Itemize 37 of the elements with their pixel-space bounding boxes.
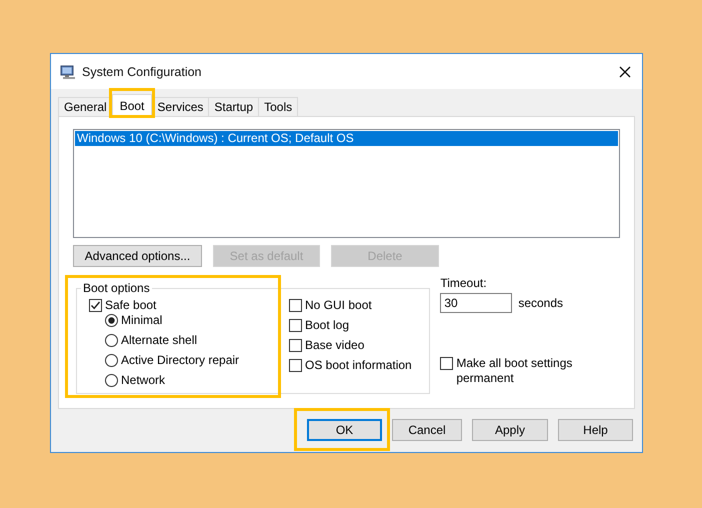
radio-label: Alternate shell: [121, 333, 198, 348]
checkbox[interactable]: [440, 357, 454, 370]
checkbox[interactable]: [289, 359, 302, 372]
timeout-label: Timeout:: [440, 276, 488, 290]
computer-icon: [60, 64, 76, 78]
checkbox[interactable]: [289, 339, 302, 352]
tab[interactable]: Startup: [208, 97, 260, 116]
checkbox-label: Safe boot: [105, 298, 156, 313]
boot-list[interactable]: Windows 10 (C:\Windows) : Current OS; Default OS: [73, 129, 620, 238]
checkbox-label: Base video: [305, 338, 364, 353]
radio-label: Active Directory repair: [121, 353, 240, 368]
radio-label: Network: [121, 373, 166, 388]
button[interactable]: Advanced options...: [73, 245, 202, 267]
checkbox[interactable]: [289, 319, 302, 332]
checkbox-label: Boot log: [305, 318, 350, 333]
button[interactable]: Help: [558, 419, 633, 441]
tab[interactable]: Boot: [112, 94, 152, 116]
checkbox-label: Make all boot settings permanent: [456, 356, 574, 386]
tab[interactable]: Tools: [258, 97, 298, 116]
radio-label: Minimal: [121, 313, 162, 328]
button[interactable]: Cancel: [392, 419, 462, 441]
window-title: System Configuration: [82, 64, 202, 78]
radio-button[interactable]: [105, 374, 118, 387]
checkbox[interactable]: [89, 299, 102, 312]
checkbox[interactable]: [289, 299, 302, 312]
list-item[interactable]: Windows 10 (C:\Windows) : Current OS; Default OS: [75, 131, 618, 146]
group-label: Boot options: [82, 282, 151, 294]
button[interactable]: Apply: [472, 419, 548, 441]
timeout-field[interactable]: 30: [440, 293, 512, 313]
radio-button[interactable]: [105, 334, 118, 347]
unit-label: seconds: [518, 296, 564, 310]
checkbox-label: No GUI boot: [305, 298, 372, 313]
button[interactable]: OK: [307, 419, 382, 441]
checkbox-label: OS boot information: [305, 358, 412, 373]
radio-button[interactable]: [105, 354, 118, 367]
close-icon[interactable]: [619, 66, 631, 78]
radio-button[interactable]: [105, 314, 118, 327]
